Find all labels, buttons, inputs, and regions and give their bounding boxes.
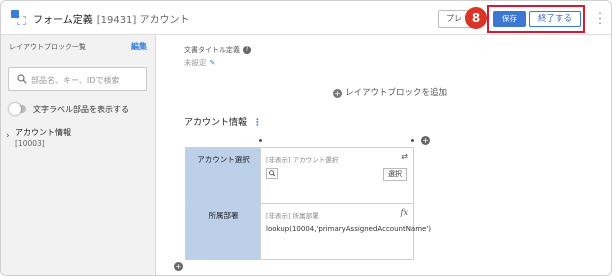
label-toggle[interactable]	[9, 103, 26, 115]
page-title: フォーム定義 [19431] アカウント	[33, 11, 190, 26]
field-label: アカウント選択	[197, 155, 250, 164]
page-title-id: [19431] アカウント	[96, 15, 190, 26]
add-column-icon[interactable]: +	[421, 136, 430, 145]
function-icon[interactable]: fx	[401, 208, 408, 217]
sidebar-title: レイアウトブロック一覧	[9, 43, 86, 51]
search-button[interactable]	[266, 168, 278, 179]
doc-title-label: 文書タイトル定義?	[184, 45, 251, 55]
select-button[interactable]: 選択	[383, 168, 407, 181]
add-block-button[interactable]: + レイアウトブロックを追加	[333, 86, 447, 98]
pencil-icon[interactable]: ✎	[210, 59, 216, 67]
help-icon[interactable]: ?	[243, 46, 251, 54]
field-note: [非表示] アカウント選択	[266, 156, 339, 164]
section-title-text: アカウント情報	[184, 118, 248, 128]
more-menu-icon[interactable]: · · ·	[597, 8, 603, 29]
tree-item-label[interactable]: アカウント情報	[15, 127, 71, 138]
add-block-label: レイアウトブロックを追加	[345, 88, 448, 98]
window: フォーム定義 [19431] アカウント プレ 保存 終了する 8 · · · レイア…	[0, 0, 612, 276]
toggle-label: 文字ラベル部品を表示する	[33, 105, 129, 114]
label-cell[interactable]: アカウント選択	[186, 148, 261, 204]
finish-button[interactable]: 終了する	[529, 11, 581, 27]
step-badge: 8	[465, 7, 487, 29]
search-input[interactable]: 部品名、キー、IDで検索	[8, 67, 147, 91]
field-label: 所属部署	[208, 211, 239, 220]
main-canvas: 文書タイトル定義? 未設定 ✎ + レイアウトブロックを追加 アカウント情報 ⋮ + …	[157, 35, 611, 275]
field-cell[interactable]: [非表示] アカウント選択 ⇄ 選択	[261, 148, 413, 204]
chevron-right-icon[interactable]: ›	[6, 131, 10, 141]
tree-item-id: [10003]	[15, 139, 45, 148]
header-bar: フォーム定義 [19431] アカウント プレ 保存 終了する 8 · · ·	[1, 1, 611, 35]
sidebar-edit-link[interactable]: 編集	[131, 41, 147, 52]
formula-text: lookup(10004,'primaryAssignedAccountName…	[266, 225, 431, 233]
search-icon	[17, 74, 27, 84]
search-placeholder: 部品名、キー、IDで検索	[31, 76, 120, 85]
doc-title-label-text: 文書タイトル定義	[184, 46, 240, 54]
doc-title-value-text: 未設定	[184, 58, 207, 67]
field-cell[interactable]: [非表示] 所属部署 fx lookup(10004,'primaryAssig…	[261, 204, 431, 260]
add-icon: +	[333, 89, 342, 98]
form-icon	[11, 10, 26, 25]
label-cell[interactable]: 所属部署	[186, 204, 261, 260]
column-handle-dot[interactable]	[411, 139, 414, 142]
doc-title-value[interactable]: 未設定 ✎	[184, 57, 215, 68]
layout-grid: アカウント選択 [非表示] アカウント選択 ⇄ 選択 所属部署 [非表示] 所属…	[185, 147, 431, 260]
column-handle-dot[interactable]	[259, 139, 262, 142]
add-row-icon[interactable]: +	[174, 262, 183, 271]
sidebar: レイアウトブロック一覧 編集 部品名、キー、IDで検索 文字ラベル部品を表示する…	[1, 35, 156, 275]
section-title: アカウント情報 ⋮	[184, 115, 262, 128]
section-menu-icon[interactable]: ⋮	[253, 118, 262, 128]
field-note: [非表示] 所属部署	[266, 212, 319, 220]
search-icon	[269, 170, 276, 177]
page-title-text: フォーム定義	[33, 15, 93, 26]
refresh-icon[interactable]: ⇄	[401, 152, 408, 161]
save-button[interactable]: 保存	[493, 11, 526, 27]
